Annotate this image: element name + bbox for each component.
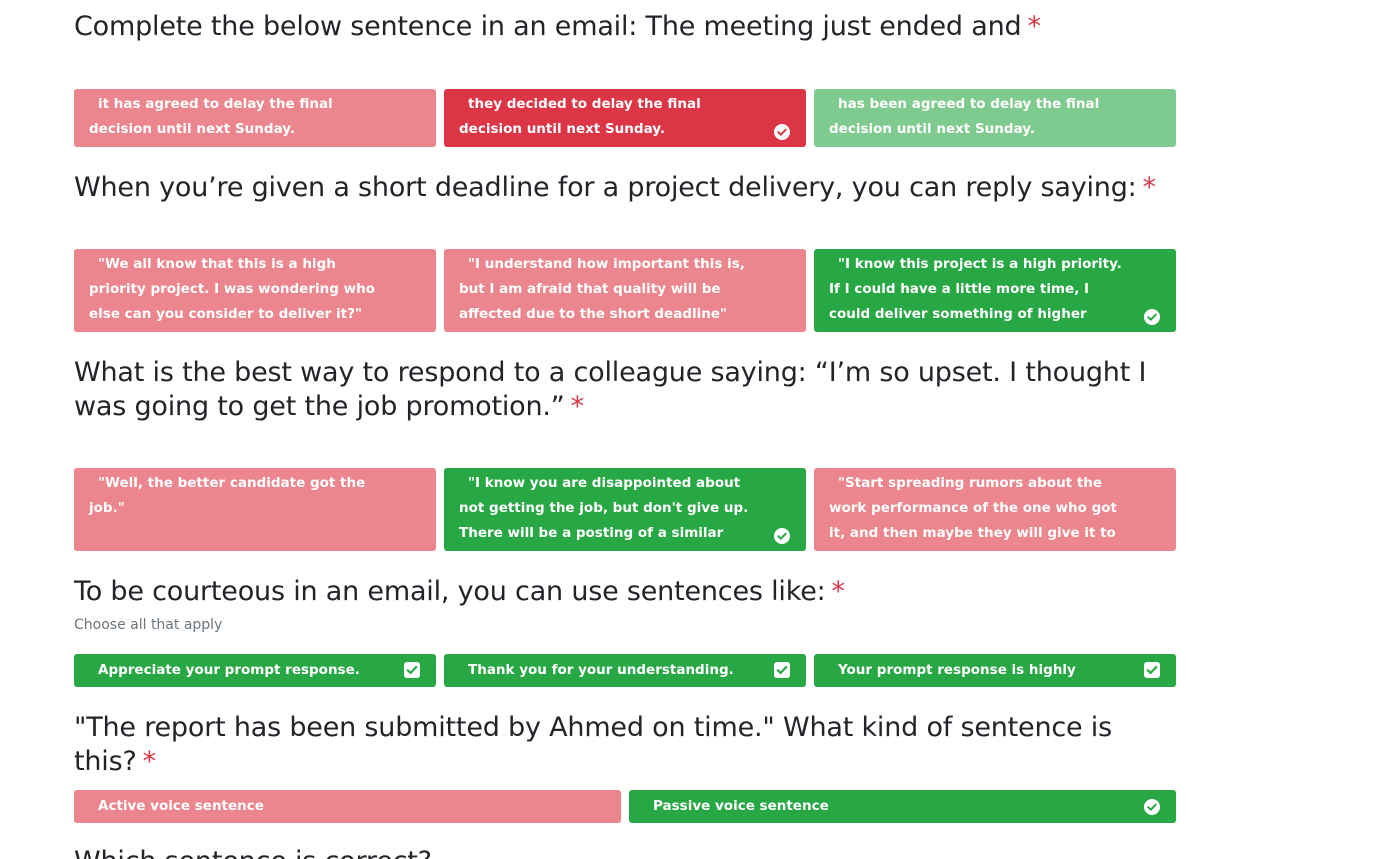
required-asterisk: * bbox=[142, 746, 157, 777]
check-circle-icon bbox=[1144, 309, 1160, 325]
check-circle-icon bbox=[1144, 799, 1160, 815]
option-2-selected[interactable]: "I know you are disappointed about not g… bbox=[444, 468, 806, 566]
option-1[interactable]: it has agreed to delay the final decisio… bbox=[74, 89, 436, 147]
question-3: What is the best way to respond to a col… bbox=[74, 356, 1176, 566]
checkbox-checked-icon bbox=[1144, 662, 1160, 678]
required-asterisk: * bbox=[831, 576, 846, 607]
question-title: What is the best way to respond to a col… bbox=[74, 357, 1147, 422]
question-title: "The report has been submitted by Ahmed … bbox=[74, 712, 1112, 777]
question-title: Which sentence is correct? bbox=[74, 845, 1176, 859]
option-1-selected[interactable]: Appreciate your prompt response. bbox=[74, 654, 436, 687]
quiz-page: Complete the below sentence in an email:… bbox=[0, 0, 1376, 859]
option-3-correct[interactable]: has been agreed to delay the final decis… bbox=[814, 89, 1176, 147]
checkbox-checked-icon bbox=[774, 662, 790, 678]
option-group: Active voice sentence Passive voice sent… bbox=[74, 790, 1176, 823]
option-1[interactable]: Active voice sentence bbox=[74, 790, 621, 823]
question-6: Which sentence is correct? bbox=[74, 845, 1176, 859]
option-2-selected[interactable]: they decided to delay the final decision… bbox=[444, 89, 806, 147]
required-asterisk: * bbox=[1142, 172, 1157, 203]
option-2-selected[interactable]: Passive voice sentence bbox=[629, 790, 1176, 823]
question-4: To be courteous in an email, you can use… bbox=[74, 575, 1176, 705]
option-group: Appreciate your prompt response. Thank y… bbox=[74, 654, 1176, 705]
option-2-selected[interactable]: Thank you for your understanding. bbox=[444, 654, 806, 687]
option-3-selected[interactable]: "I know this project is a high priority.… bbox=[814, 249, 1176, 347]
question-title: To be courteous in an email, you can use… bbox=[74, 576, 846, 607]
required-asterisk: * bbox=[1027, 11, 1041, 42]
required-asterisk: * bbox=[570, 391, 585, 422]
option-group: it has agreed to delay the final decisio… bbox=[74, 89, 1176, 147]
question-1: Complete the below sentence in an email:… bbox=[74, 10, 1176, 147]
option-3-selected[interactable]: Your prompt response is highly appreciat… bbox=[814, 654, 1176, 705]
question-hint: Choose all that apply bbox=[74, 617, 223, 633]
check-circle-icon bbox=[774, 124, 790, 140]
option-group: "Well, the better candidate got the job.… bbox=[74, 468, 1176, 566]
option-2[interactable]: "I understand how important this is, but… bbox=[444, 249, 806, 332]
check-circle-icon bbox=[774, 528, 790, 544]
question-title: Complete the below sentence in an email:… bbox=[74, 11, 1041, 42]
question-2: When you’re given a short deadline for a… bbox=[74, 171, 1176, 347]
option-1[interactable]: "Well, the better candidate got the job.… bbox=[74, 468, 436, 551]
checkbox-checked-icon bbox=[404, 662, 420, 678]
question-title: When you’re given a short deadline for a… bbox=[74, 172, 1157, 203]
option-group: "We all know that this is a high priorit… bbox=[74, 249, 1176, 347]
question-5: "The report has been submitted by Ahmed … bbox=[74, 711, 1176, 823]
option-3[interactable]: "Start spreading rumors about the work p… bbox=[814, 468, 1176, 566]
option-1[interactable]: "We all know that this is a high priorit… bbox=[74, 249, 436, 332]
